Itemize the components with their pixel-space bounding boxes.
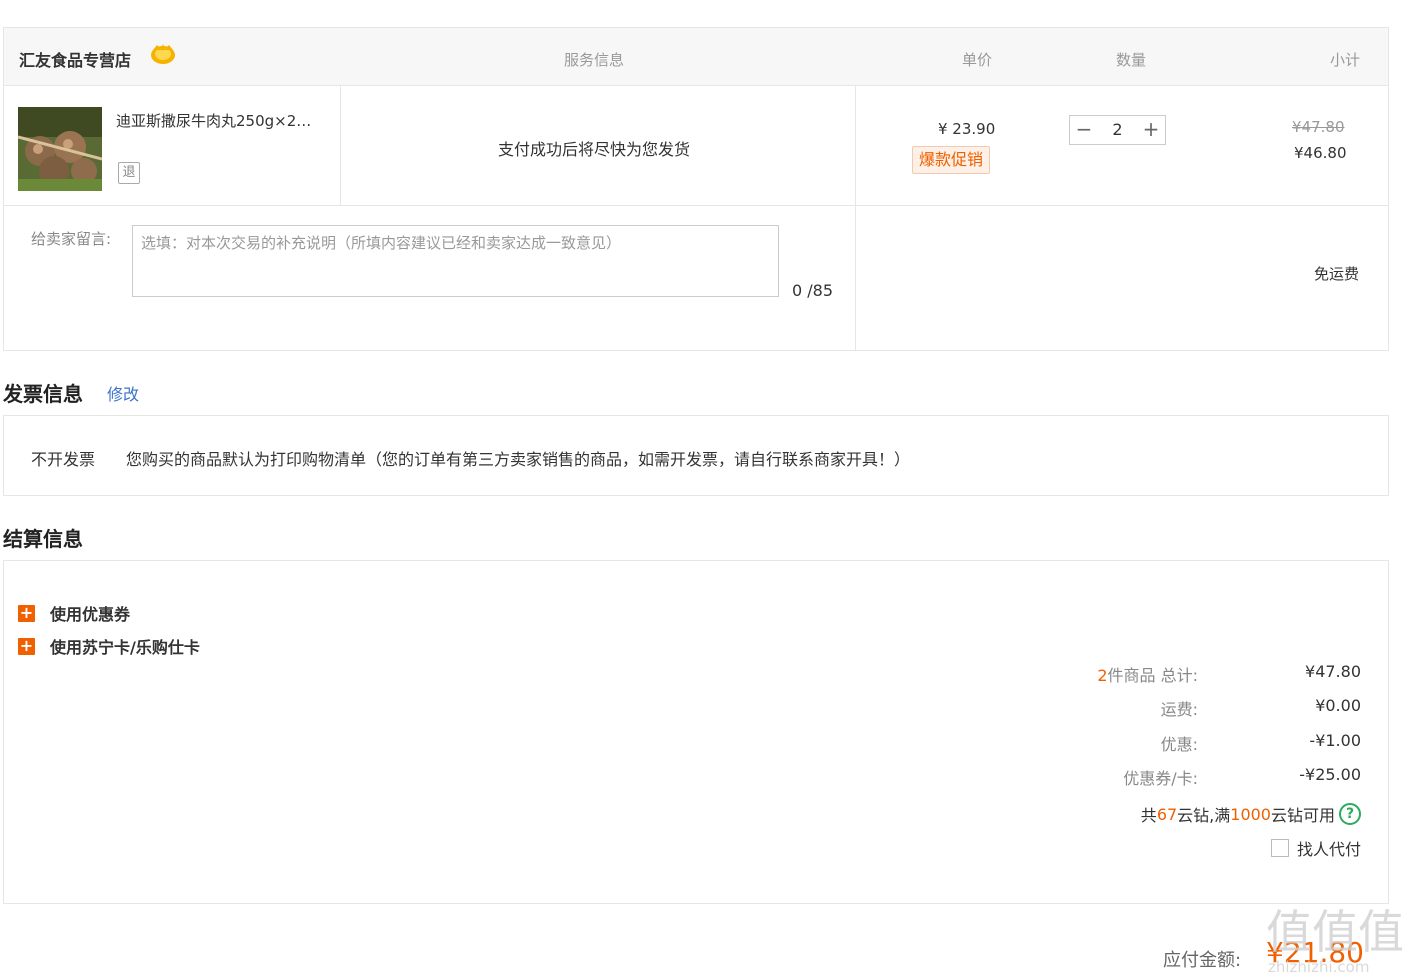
unit-price: ¥ 23.90 [938, 120, 996, 138]
service-note: 支付成功后将尽快为您发货 [498, 140, 691, 159]
expand-plus-icon: + [18, 602, 35, 622]
header-service: 服务信息 [564, 51, 625, 69]
cloud-suffix: 云钻可用 [1270, 806, 1335, 825]
proxy-pay-label: 找人代付 [1296, 840, 1361, 859]
message-label: 给卖家留言: [31, 230, 112, 248]
shipping-info: 免运费 [1314, 265, 1360, 283]
quantity-input[interactable]: 2 [1098, 116, 1137, 144]
use-coupon-toggle[interactable]: + 使用优惠券 [18, 602, 131, 624]
expand-plus-icon: + [18, 635, 35, 655]
divider [340, 86, 341, 206]
summary-coupon-value: -¥25.00 [1299, 765, 1361, 784]
payable-label: 应付金额: [1163, 950, 1242, 971]
summary-discount-value: -¥1.00 [1309, 731, 1361, 750]
summary-total-row: 2件商品 总计: ¥47.80 [961, 662, 1361, 686]
total-label-text: 件商品 总计: [1107, 666, 1198, 685]
subtotal-original: ¥47.80 [1292, 118, 1345, 136]
summary-coupon-label: 优惠券/卡: [1123, 769, 1198, 788]
product-thumbnail[interactable] [18, 107, 102, 191]
message-char-count: 0 /85 [792, 281, 834, 300]
cloud-prefix: 共 [1140, 806, 1157, 825]
invoice-box: 不开发票 您购买的商品默认为打印购物清单（您的订单有第三方卖家销售的商品，如需开… [3, 415, 1389, 496]
summary-total-value: ¥47.80 [1305, 662, 1361, 681]
proxy-pay-option[interactable]: 找人代付 [1270, 836, 1361, 860]
payable-amount: ¥21.80 [1266, 936, 1364, 969]
summary-discount-label: 优惠: [1160, 735, 1198, 754]
summary-total-label: 2件商品 总计: [1097, 662, 1198, 686]
promo-tag: 爆款促销 [912, 146, 991, 174]
refund-icon: 退 [118, 162, 140, 184]
cloud-diamond-info: 共 67 云钻,满 1000 云钻可用 ? [1141, 802, 1361, 826]
shop-badge-icon [151, 44, 175, 64]
invoice-description: 您购买的商品默认为打印购物清单（您的订单有第三方卖家销售的商品，如需开发票，请自… [126, 450, 911, 469]
settlement-section-title: 结算信息 [3, 527, 83, 551]
summary-discount-row: 优惠: -¥1.00 [961, 731, 1361, 754]
order-block: 汇友食品专营店 服务信息 单价 数量 小计 迪亚斯撒尿牛肉丸250g×2… 退 … [3, 27, 1389, 351]
summary-freight-value: ¥0.00 [1315, 696, 1361, 715]
invoice-edit-link[interactable]: 修改 [107, 381, 139, 405]
proxy-pay-checkbox[interactable] [1270, 839, 1289, 857]
product-title[interactable]: 迪亚斯撒尿牛肉丸250g×2… [116, 110, 328, 131]
cloud-amount: 67 [1156, 804, 1178, 824]
order-item-row: 迪亚斯撒尿牛肉丸250g×2… 退 支付成功后将尽快为您发货 ¥ 23.90 爆… [4, 86, 1388, 350]
summary-freight-row: 运费: ¥0.00 [961, 696, 1361, 719]
settlement-box: + 使用优惠券 + 使用苏宁卡/乐购仕卡 2件商品 总计: ¥47.80 运费:… [3, 560, 1389, 904]
use-card-toggle[interactable]: + 使用苏宁卡/乐购仕卡 [18, 635, 200, 657]
summary-coupon-row: 优惠券/卡: -¥25.00 [961, 765, 1361, 788]
use-card-label: 使用苏宁卡/乐购仕卡 [50, 638, 200, 657]
item-count: 2 [1097, 666, 1108, 685]
header-unit-price: 单价 [962, 51, 993, 69]
cloud-mid: 云钻,满 [1177, 806, 1231, 825]
seller-message-input[interactable] [132, 225, 779, 297]
summary-freight-label: 运费: [1160, 700, 1198, 719]
help-icon[interactable]: ? [1339, 803, 1361, 825]
invoice-section-title: 发票信息 [3, 382, 83, 406]
shop-name[interactable]: 汇友食品专营店 [19, 47, 131, 71]
order-header: 汇友食品专营店 服务信息 单价 数量 小计 [4, 28, 1388, 86]
quantity-minus-button[interactable]: − [1070, 116, 1098, 144]
cloud-threshold: 1000 [1230, 804, 1271, 824]
header-subtotal: 小计 [1330, 51, 1361, 69]
use-coupon-label: 使用优惠券 [50, 605, 131, 624]
message-row: 给卖家留言: 0 /85 免运费 [4, 207, 1388, 350]
quantity-stepper: − 2 + [1069, 115, 1166, 145]
invoice-type: 不开发票 [31, 450, 96, 469]
header-quantity: 数量 [1116, 51, 1147, 69]
quantity-plus-button[interactable]: + [1137, 116, 1165, 144]
subtotal-final: ¥46.80 [1294, 144, 1347, 162]
